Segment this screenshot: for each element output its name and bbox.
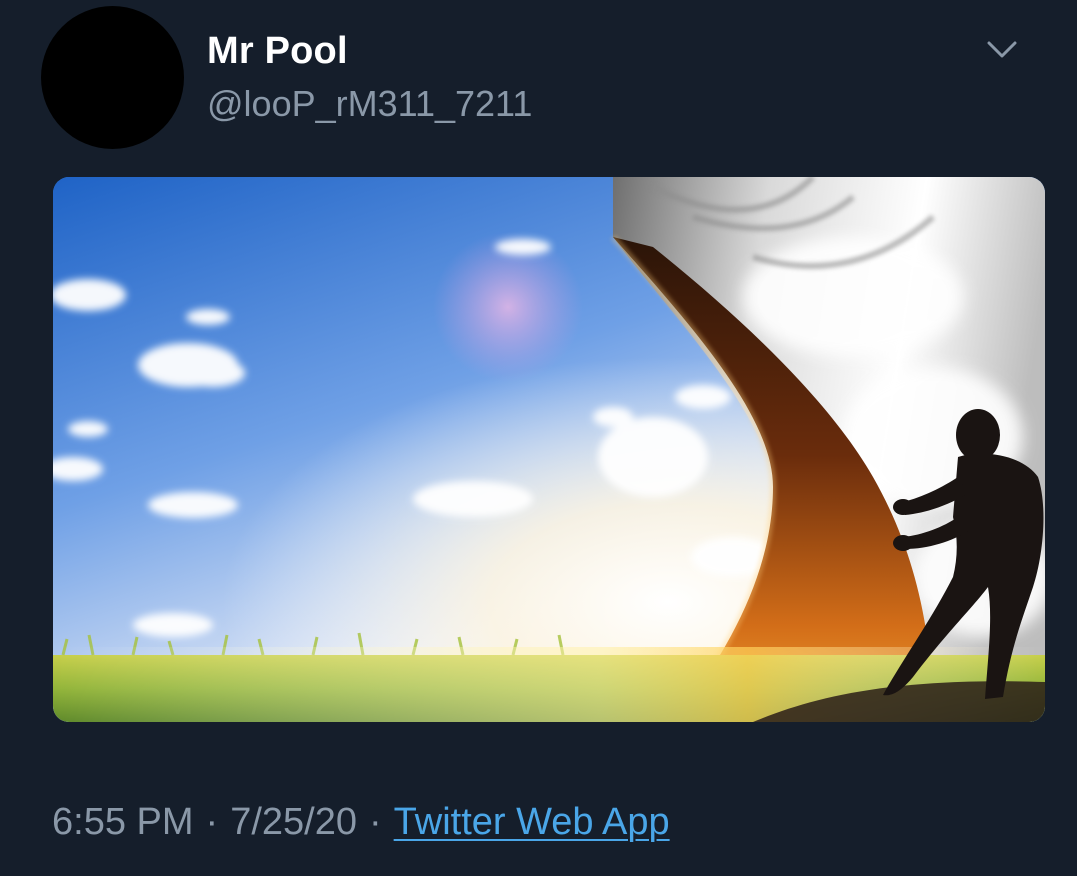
avatar[interactable] (41, 6, 184, 149)
author-display-name[interactable]: Mr Pool (207, 28, 348, 74)
media-illustration (53, 177, 1045, 722)
tweet-media-image[interactable] (53, 177, 1045, 722)
tweet-date[interactable]: 7/25/20 (230, 801, 357, 843)
chevron-down-icon[interactable] (984, 34, 1020, 64)
tweet-meta: 6:55 PM · 7/25/20 · Twitter Web App (52, 796, 670, 848)
tweet-source-link[interactable]: Twitter Web App (394, 801, 670, 843)
tweet-time[interactable]: 6:55 PM (52, 801, 194, 843)
author-handle[interactable]: @looP_rM311_7211 (207, 82, 532, 126)
meta-separator: · (368, 801, 382, 843)
meta-separator: · (205, 801, 219, 843)
